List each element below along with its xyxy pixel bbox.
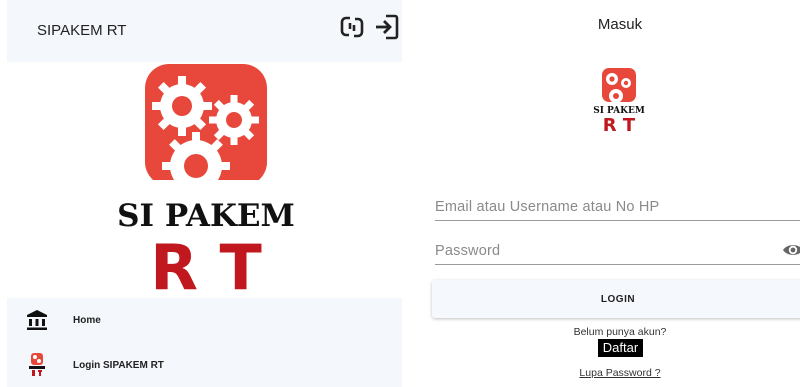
register-link[interactable]: Daftar <box>598 339 643 357</box>
login-icon[interactable] <box>373 12 401 42</box>
page-title: Masuk <box>597 16 643 33</box>
password-field[interactable] <box>435 237 800 264</box>
drawer-item-login-sipakem[interactable]: Login SIPAKEM RT <box>7 343 402 387</box>
sipakem-rt-logo: SI PAKEM R T <box>112 62 300 304</box>
register-prompt: Belum punya akun? <box>573 326 667 338</box>
login-screen: Masuk SI PAKEM R T LOGIN Belum punya <box>418 0 800 387</box>
app-logo-icon <box>25 352 49 378</box>
email-field-wrapper <box>435 193 800 221</box>
forgot-password-link[interactable]: Lupa Password ? <box>579 367 660 379</box>
bank-icon <box>25 307 49 333</box>
app-title: SIPAKEM RT <box>37 22 127 39</box>
logo-text-rt: R T <box>150 231 262 294</box>
eye-icon[interactable] <box>782 242 800 258</box>
drawer-item-home[interactable]: Home <box>7 298 402 342</box>
drawer-item-label: Login SIPAKEM RT <box>73 359 164 371</box>
login-button[interactable]: LOGIN <box>432 280 800 318</box>
logo-text-rt: R T <box>603 115 636 134</box>
password-field-wrapper <box>435 237 800 265</box>
forgot-password-link-wrapper: Lupa Password ? <box>418 367 800 379</box>
drawer-header: SIPAKEM RT <box>7 0 402 62</box>
drawer-item-label: Home <box>73 314 101 326</box>
navigation-drawer: SIPAKEM RT SI PAKEM R T Home Login SIPAK… <box>0 0 402 387</box>
email-field[interactable] <box>435 193 800 220</box>
sync-icon[interactable] <box>338 12 366 42</box>
drawer-menu: Home Login SIPAKEM RT <box>7 298 402 387</box>
sipakem-rt-logo-small: SI PAKEM R T <box>590 68 648 136</box>
logo-text-sipakem: SI PAKEM <box>117 198 295 234</box>
